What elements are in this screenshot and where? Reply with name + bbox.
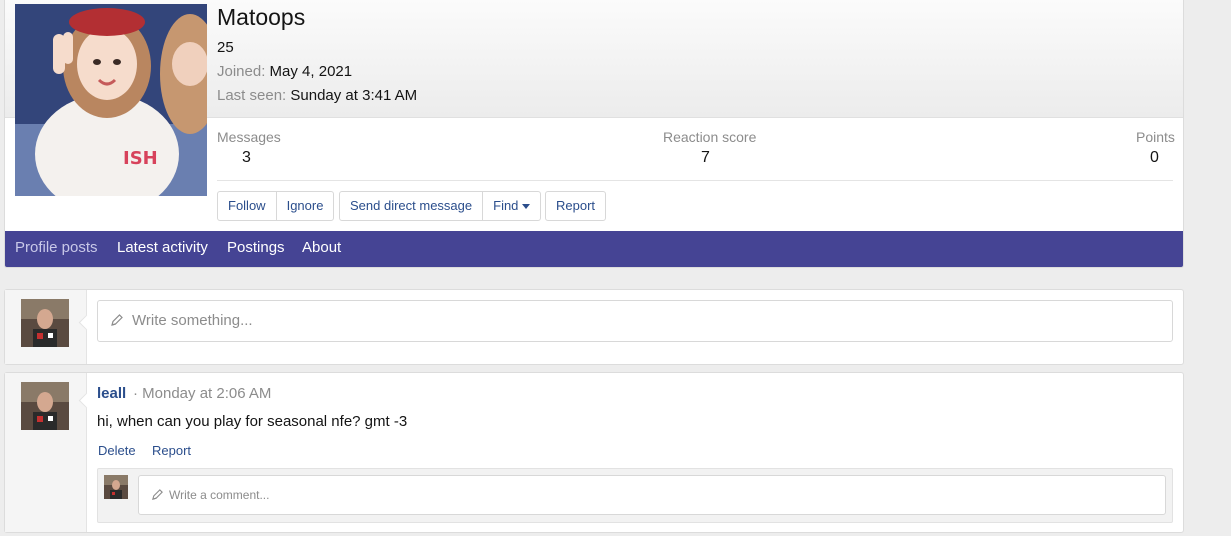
tab-profile-posts[interactable]: Profile posts: [15, 231, 98, 267]
caret-down-icon: [522, 204, 531, 210]
write-something-placeholder: Write something...: [132, 312, 253, 329]
last-seen-value: Sunday at 3:41 AM: [290, 87, 418, 104]
follow-button[interactable]: Follow: [218, 192, 276, 220]
profile-tab-bar: Profile posts Latest activity Postings A…: [5, 231, 1183, 267]
follow-ignore-group: Follow Ignore: [217, 191, 335, 221]
post-body: hi, when can you play for seasonal nfe? …: [97, 413, 408, 430]
report-profile-button[interactable]: Report: [546, 192, 605, 220]
profile-post: leall · Monday at 2:06 AM hi, when can y…: [4, 372, 1184, 533]
post-author-avatar[interactable]: [21, 382, 69, 430]
pencil-icon: [151, 488, 164, 506]
write-comment-input[interactable]: Write a comment...: [138, 475, 1166, 515]
profile-username: Matoops: [217, 4, 306, 30]
report-group: Report: [545, 191, 607, 221]
tab-postings[interactable]: Postings: [227, 231, 285, 267]
find-button-label: Find: [493, 198, 519, 213]
send-direct-message-button[interactable]: Send direct message: [340, 192, 482, 220]
delete-post-link[interactable]: Delete: [98, 443, 136, 458]
stat-points-label: Points: [1136, 129, 1175, 145]
profile-last-seen: Last seen: Sunday at 3:41 AM: [217, 87, 417, 104]
profile-post-composer: Write something...: [4, 289, 1184, 365]
stat-messages-label: Messages: [217, 129, 281, 145]
report-post-link[interactable]: Report: [152, 443, 191, 458]
stat-reaction-label: Reaction score: [663, 129, 757, 145]
current-user-avatar[interactable]: [21, 299, 69, 347]
stat-points-value[interactable]: 0: [1150, 149, 1159, 167]
stats-divider: [217, 180, 1173, 181]
comment-user-avatar[interactable]: [104, 475, 128, 499]
pencil-icon: [110, 313, 124, 332]
svg-text:ISH: ISH: [123, 148, 158, 169]
profile-level: 25: [217, 39, 234, 56]
last-seen-label: Last seen:: [217, 87, 287, 104]
find-button[interactable]: Find: [482, 192, 540, 220]
profile-joined: Joined: May 4, 2021: [217, 63, 352, 80]
ignore-button[interactable]: Ignore: [275, 192, 334, 220]
joined-label: Joined:: [217, 63, 266, 80]
stat-messages-value[interactable]: 3: [242, 149, 251, 167]
write-something-input[interactable]: Write something...: [97, 300, 1173, 342]
post-timestamp[interactable]: · Monday at 2:06 AM: [133, 385, 271, 402]
comment-area: Write a comment...: [97, 468, 1173, 523]
write-comment-placeholder: Write a comment...: [169, 488, 270, 502]
tab-latest-activity[interactable]: Latest activity: [117, 231, 208, 267]
post-author-link[interactable]: leall: [97, 385, 126, 402]
tab-about[interactable]: About: [302, 231, 341, 267]
stat-reaction-value: 7: [701, 149, 710, 166]
joined-value: May 4, 2021: [269, 63, 353, 80]
profile-card: ISH Matoops 25 Joined: May 4, 2021 Last …: [4, 0, 1184, 268]
message-find-group: Send direct message Find: [339, 191, 542, 221]
profile-avatar[interactable]: ISH: [15, 4, 207, 196]
